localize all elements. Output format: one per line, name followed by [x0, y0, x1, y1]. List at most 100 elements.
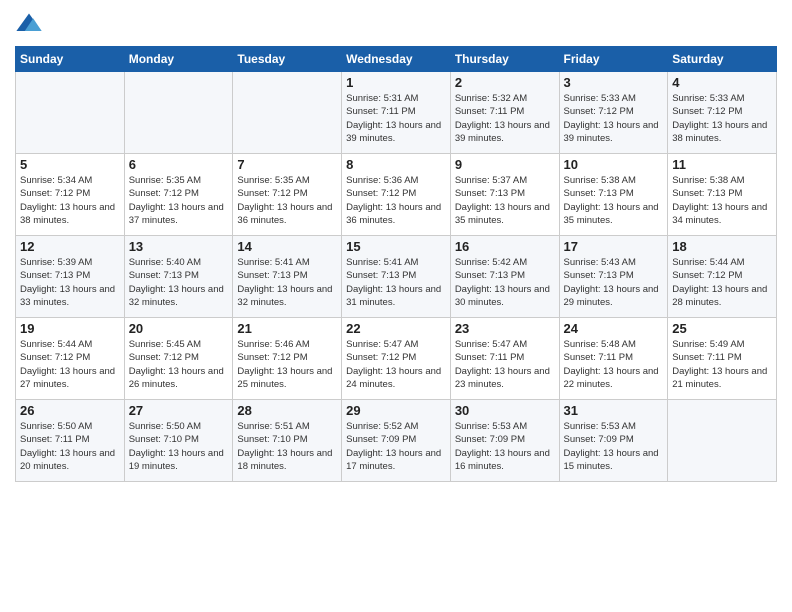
calendar-cell: 10 Sunrise: 5:38 AMSunset: 7:13 PMDayligh… — [559, 154, 668, 236]
calendar-week-row: 1Sunrise: 5:31 AMSunset: 7:11 PMDaylight… — [16, 72, 777, 154]
weekday-header: Thursday — [450, 47, 559, 72]
calendar-cell: 27 Sunrise: 5:50 AMSunset: 7:10 PMDayligh… — [124, 400, 233, 482]
calendar-cell: 15 Sunrise: 5:41 AMSunset: 7:13 PMDayligh… — [342, 236, 451, 318]
weekday-header: Saturday — [668, 47, 777, 72]
day-number: 25 — [672, 321, 772, 336]
day-number: 26 — [20, 403, 120, 418]
calendar-body: 1Sunrise: 5:31 AMSunset: 7:11 PMDaylight… — [16, 72, 777, 482]
day-info: Sunrise: 5:51 AMSunset: 7:10 PMDaylight:… — [237, 420, 337, 473]
day-info: Sunrise: 5:50 AMSunset: 7:10 PMDaylight:… — [129, 420, 229, 473]
calendar-week-row: 19Sunrise: 5:44 AMSunset: 7:12 PMDayligh… — [16, 318, 777, 400]
calendar-cell: 18Sunrise: 5:44 AMSunset: 7:12 PMDayligh… — [668, 236, 777, 318]
calendar-cell: 24Sunrise: 5:48 AMSunset: 7:11 PMDayligh… — [559, 318, 668, 400]
day-info: Sunrise: 5:33 AMSunset: 7:12 PMDaylight:… — [564, 92, 664, 145]
calendar-cell — [668, 400, 777, 482]
calendar-cell: 22 Sunrise: 5:47 AMSunset: 7:12 PMDayligh… — [342, 318, 451, 400]
day-info: Sunrise: 5:47 AMSunset: 7:12 PMDaylight:… — [346, 338, 446, 391]
day-info: Sunrise: 5:44 AMSunset: 7:12 PMDaylight:… — [672, 256, 772, 309]
day-info: Sunrise: 5:41 AMSunset: 7:13 PMDaylight:… — [237, 256, 337, 309]
page: SundayMondayTuesdayWednesdayThursdayFrid… — [0, 0, 792, 612]
calendar-cell: 20 Sunrise: 5:45 AMSunset: 7:12 PMDayligh… — [124, 318, 233, 400]
calendar-week-row: 12Sunrise: 5:39 AMSunset: 7:13 PMDayligh… — [16, 236, 777, 318]
day-info: Sunrise: 5:46 AMSunset: 7:12 PMDaylight:… — [237, 338, 337, 391]
weekday-row: SundayMondayTuesdayWednesdayThursdayFrid… — [16, 47, 777, 72]
day-number: 27 — [129, 403, 229, 418]
day-number: 31 — [564, 403, 664, 418]
day-info: Sunrise: 5:38 AMSunset: 7:13 PMDaylight:… — [672, 174, 772, 227]
day-number: 11 — [672, 157, 772, 172]
day-info: Sunrise: 5:49 AMSunset: 7:11 PMDaylight:… — [672, 338, 772, 391]
day-number: 20 — [129, 321, 229, 336]
calendar-cell: 6 Sunrise: 5:35 AMSunset: 7:12 PMDaylight… — [124, 154, 233, 236]
day-info: Sunrise: 5:33 AMSunset: 7:12 PMDaylight:… — [672, 92, 772, 145]
day-info: Sunrise: 5:35 AMSunset: 7:12 PMDaylight:… — [237, 174, 337, 227]
logo — [15, 10, 47, 38]
day-info: Sunrise: 5:47 AMSunset: 7:11 PMDaylight:… — [455, 338, 555, 391]
calendar-cell: 21 Sunrise: 5:46 AMSunset: 7:12 PMDayligh… — [233, 318, 342, 400]
day-number: 6 — [129, 157, 229, 172]
day-number: 21 — [237, 321, 337, 336]
calendar-header: SundayMondayTuesdayWednesdayThursdayFrid… — [16, 47, 777, 72]
calendar-cell: 2Sunrise: 5:32 AMSunset: 7:11 PMDaylight… — [450, 72, 559, 154]
day-number: 30 — [455, 403, 555, 418]
weekday-header: Tuesday — [233, 47, 342, 72]
day-number: 7 — [237, 157, 337, 172]
calendar-cell: 28 Sunrise: 5:51 AMSunset: 7:10 PMDayligh… — [233, 400, 342, 482]
day-info: Sunrise: 5:41 AMSunset: 7:13 PMDaylight:… — [346, 256, 446, 309]
calendar-cell: 11 Sunrise: 5:38 AMSunset: 7:13 PMDayligh… — [668, 154, 777, 236]
header — [15, 10, 777, 38]
day-number: 23 — [455, 321, 555, 336]
day-number: 17 — [564, 239, 664, 254]
calendar-week-row: 5Sunrise: 5:34 AMSunset: 7:12 PMDaylight… — [16, 154, 777, 236]
weekday-header: Sunday — [16, 47, 125, 72]
calendar-cell: 23 Sunrise: 5:47 AMSunset: 7:11 PMDayligh… — [450, 318, 559, 400]
calendar-cell: 14Sunrise: 5:41 AMSunset: 7:13 PMDayligh… — [233, 236, 342, 318]
calendar-cell: 4Sunrise: 5:33 AMSunset: 7:12 PMDaylight… — [668, 72, 777, 154]
day-info: Sunrise: 5:52 AMSunset: 7:09 PMDaylight:… — [346, 420, 446, 473]
day-number: 8 — [346, 157, 446, 172]
calendar-cell: 7 Sunrise: 5:35 AMSunset: 7:12 PMDaylight… — [233, 154, 342, 236]
day-info: Sunrise: 5:39 AMSunset: 7:13 PMDaylight:… — [20, 256, 120, 309]
calendar-cell: 29Sunrise: 5:52 AMSunset: 7:09 PMDayligh… — [342, 400, 451, 482]
day-info: Sunrise: 5:40 AMSunset: 7:13 PMDaylight:… — [129, 256, 229, 309]
calendar-cell — [16, 72, 125, 154]
day-info: Sunrise: 5:45 AMSunset: 7:12 PMDaylight:… — [129, 338, 229, 391]
day-info: Sunrise: 5:37 AMSunset: 7:13 PMDaylight:… — [455, 174, 555, 227]
calendar-cell: 8 Sunrise: 5:36 AMSunset: 7:12 PMDaylight… — [342, 154, 451, 236]
day-info: Sunrise: 5:38 AMSunset: 7:13 PMDaylight:… — [564, 174, 664, 227]
calendar-cell: 5Sunrise: 5:34 AMSunset: 7:12 PMDaylight… — [16, 154, 125, 236]
day-info: Sunrise: 5:50 AMSunset: 7:11 PMDaylight:… — [20, 420, 120, 473]
calendar-cell: 17 Sunrise: 5:43 AMSunset: 7:13 PMDayligh… — [559, 236, 668, 318]
day-number: 2 — [455, 75, 555, 90]
calendar-cell: 30 Sunrise: 5:53 AMSunset: 7:09 PMDayligh… — [450, 400, 559, 482]
day-info: Sunrise: 5:35 AMSunset: 7:12 PMDaylight:… — [129, 174, 229, 227]
day-number: 13 — [129, 239, 229, 254]
calendar-cell — [233, 72, 342, 154]
calendar-cell: 1Sunrise: 5:31 AMSunset: 7:11 PMDaylight… — [342, 72, 451, 154]
calendar-week-row: 26 Sunrise: 5:50 AMSunset: 7:11 PMDayligh… — [16, 400, 777, 482]
day-info: Sunrise: 5:31 AMSunset: 7:11 PMDaylight:… — [346, 92, 446, 145]
day-number: 16 — [455, 239, 555, 254]
calendar-cell: 9 Sunrise: 5:37 AMSunset: 7:13 PMDaylight… — [450, 154, 559, 236]
day-number: 28 — [237, 403, 337, 418]
day-info: Sunrise: 5:43 AMSunset: 7:13 PMDaylight:… — [564, 256, 664, 309]
day-info: Sunrise: 5:53 AMSunset: 7:09 PMDaylight:… — [455, 420, 555, 473]
weekday-header: Friday — [559, 47, 668, 72]
day-number: 19 — [20, 321, 120, 336]
day-info: Sunrise: 5:42 AMSunset: 7:13 PMDaylight:… — [455, 256, 555, 309]
day-info: Sunrise: 5:34 AMSunset: 7:12 PMDaylight:… — [20, 174, 120, 227]
calendar-cell: 16 Sunrise: 5:42 AMSunset: 7:13 PMDayligh… — [450, 236, 559, 318]
calendar-cell: 19Sunrise: 5:44 AMSunset: 7:12 PMDayligh… — [16, 318, 125, 400]
logo-icon — [15, 10, 43, 38]
calendar-cell: 26 Sunrise: 5:50 AMSunset: 7:11 PMDayligh… — [16, 400, 125, 482]
day-number: 15 — [346, 239, 446, 254]
calendar-cell: 31Sunrise: 5:53 AMSunset: 7:09 PMDayligh… — [559, 400, 668, 482]
weekday-header: Monday — [124, 47, 233, 72]
calendar-cell: 13 Sunrise: 5:40 AMSunset: 7:13 PMDayligh… — [124, 236, 233, 318]
day-number: 9 — [455, 157, 555, 172]
calendar-cell: 3Sunrise: 5:33 AMSunset: 7:12 PMDaylight… — [559, 72, 668, 154]
calendar-cell: 12Sunrise: 5:39 AMSunset: 7:13 PMDayligh… — [16, 236, 125, 318]
day-info: Sunrise: 5:36 AMSunset: 7:12 PMDaylight:… — [346, 174, 446, 227]
day-number: 10 — [564, 157, 664, 172]
day-number: 22 — [346, 321, 446, 336]
